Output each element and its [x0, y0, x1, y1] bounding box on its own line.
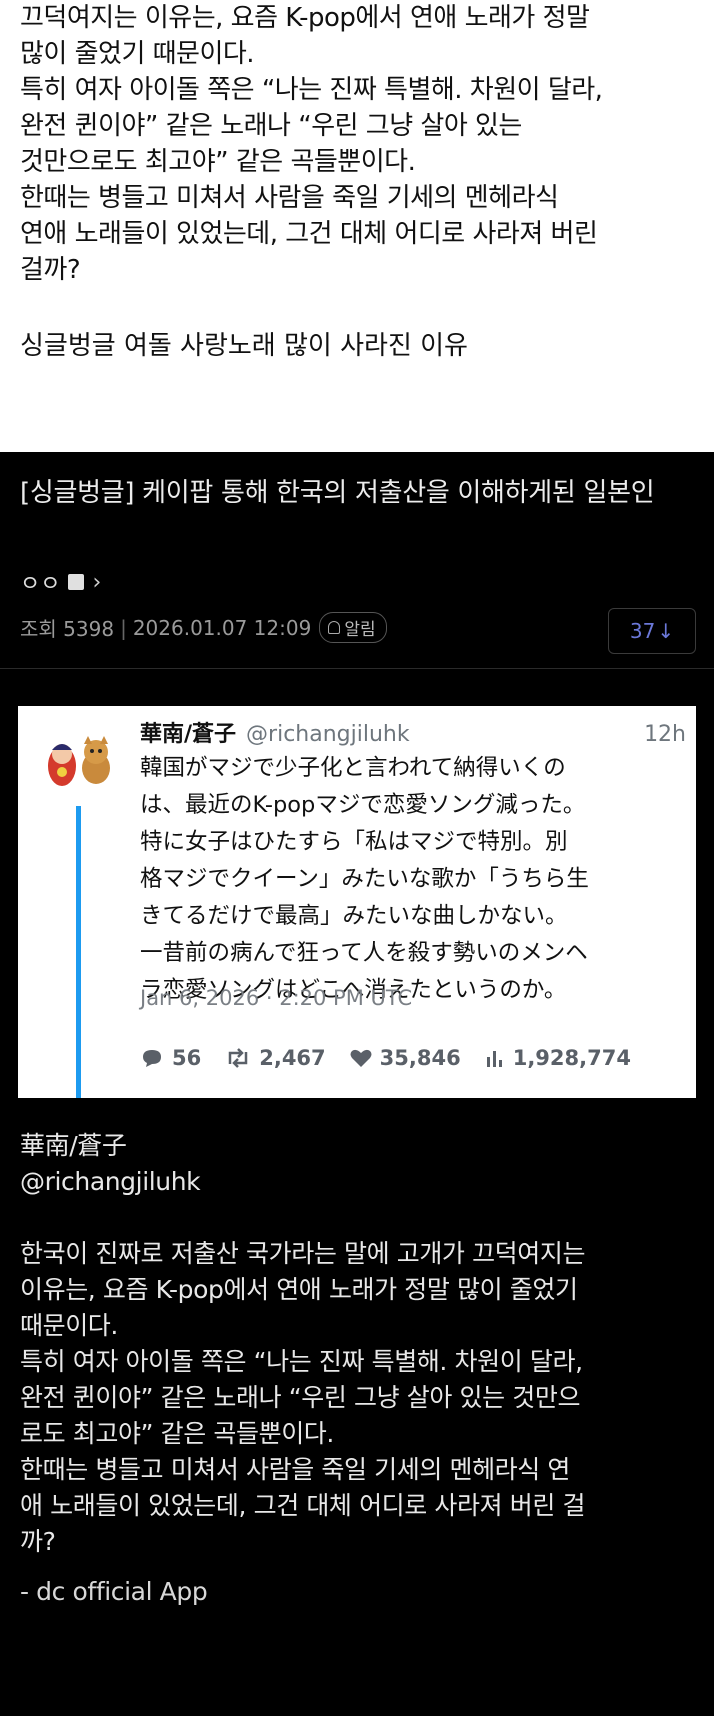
- reply-count: 56: [172, 1046, 202, 1070]
- tweet-time: 12h: [644, 722, 686, 747]
- tweet-line: 格マジでクイーン」みたいな歌か「うちら生: [140, 866, 589, 892]
- avatar: [48, 736, 110, 786]
- body-line: 한때는 병들고 미쳐서 사람을 죽일 기세의 멘헤라식 연: [20, 1455, 571, 1484]
- caption-line: 완전 퀸이야” 같은 노래나 “우린 그냥 살아 있는: [20, 111, 522, 141]
- top-caption: 끄덕여지는 이유는, 요즘 K-pop에서 연애 노래가 정말 많이 줄었기 때…: [0, 0, 714, 452]
- thread-line: [76, 806, 81, 1098]
- tweet-line: 特に女子はひたすら「私はマジで特別。別: [140, 829, 568, 855]
- body-author: 華南/蒼子: [20, 1131, 127, 1160]
- tweet-handle: @richangjiluhk: [246, 722, 410, 747]
- post-title: [싱글벙글] 케이팝 통해 한국의 저출산을 이해하게된 일본인: [20, 478, 655, 508]
- caption-line: 연애 노래들이 있었는데, 그건 대체 어디로 사라져 버린: [20, 219, 598, 249]
- retweet-stat: 2,467: [225, 1046, 326, 1070]
- body-handle: @richangjiluhk: [20, 1167, 201, 1196]
- body-line: 한국이 진짜로 저출산 국가라는 말에 고개가 끄덕여지는: [20, 1239, 586, 1268]
- caption-title: 싱글벙글 여돌 사랑노래 많이 사라진 이유: [20, 331, 468, 361]
- view-stat: 1,928,774: [485, 1046, 631, 1070]
- body-line: 이유는, 요즘 K-pop에서 연애 노래가 정말 많이 줄었기: [20, 1275, 578, 1304]
- comment-count-button[interactable]: 37 ↓: [608, 608, 696, 654]
- tweet-line: は、最近のK-popマジで恋愛ソング減った。: [140, 792, 586, 818]
- tweet-screenshot: 華南/蒼子 @richangjiluhk 12h 韓国がマジで少子化と言われて納…: [18, 706, 696, 1098]
- bar-chart-icon: [486, 1051, 502, 1067]
- tweet-date: Jan 6, 2026 · 2:20 PM UTC: [140, 986, 413, 1010]
- post-view: [싱글벙글] 케이팝 통해 한국의 저출산을 이해하게된 일본인 ㅇㅇ › 조회…: [0, 452, 714, 1716]
- caption-line: 한때는 병들고 미쳐서 사람을 죽일 기세의 멘헤라식: [20, 183, 559, 213]
- caption-line: 끄덕여지는 이유는, 요즘 K-pop에서 연애 노래가 정말: [20, 3, 590, 33]
- tweet-line: きてるだけで最高」みたいな曲しかない。: [140, 903, 568, 929]
- caption-line: 걸까?: [20, 255, 81, 285]
- like-count: 35,846: [379, 1046, 461, 1070]
- caption-line: 것만으로도 최고야” 같은 곡들뿐이다.: [20, 147, 416, 177]
- divider: [0, 668, 714, 669]
- reply-stat: 56: [140, 1046, 201, 1070]
- user-badge-icon: [68, 574, 85, 590]
- body-line: 로도 최고야” 같은 곡들뿐이다.: [20, 1419, 334, 1448]
- post-date: 2026.01.07 12:09: [132, 615, 312, 640]
- comment-count: 37: [629, 619, 656, 643]
- tweet-line: 一昔前の病んで狂って人を殺す勢いのメンヘ: [140, 940, 588, 966]
- meta-separator: |: [120, 615, 127, 640]
- arrow-down-icon: ↓: [657, 619, 675, 643]
- caption-line: 많이 줄었기 때문이다.: [20, 39, 255, 69]
- body-line: 까?: [20, 1527, 56, 1556]
- retweet-icon: [228, 1048, 248, 1068]
- author-nickname: ㅇㅇ: [20, 572, 61, 597]
- like-stat: 35,846: [350, 1046, 461, 1070]
- chevron-right-icon: ›: [92, 569, 102, 595]
- alarm-label: 알림: [344, 620, 376, 640]
- body-line: 때문이다.: [20, 1311, 118, 1340]
- tweet-body: 韓国がマジで少子化と言われて納得いくの は、最近のK-popマジで恋愛ソング減っ…: [140, 750, 688, 1009]
- tweet-author-name: 華南/蒼子: [140, 722, 237, 747]
- post-body: 華南/蒼子 @richangjiluhk 한국이 진짜로 저출산 국가라는 말에…: [20, 1128, 710, 1610]
- alarm-button[interactable]: 알림: [319, 612, 387, 643]
- author-link[interactable]: ㅇㅇ ›: [20, 566, 101, 598]
- tweet-stats: 56 2,467 35,846 1,928,774: [140, 1046, 655, 1070]
- body-line: 애 노래들이 있었는데, 그건 대체 어디로 사라져 버린 걸: [20, 1491, 586, 1520]
- app-signature: - dc official App: [20, 1577, 208, 1606]
- body-line: 특히 여자 아이돌 쪽은 “나는 진짜 특별해. 차원이 달라,: [20, 1347, 583, 1376]
- body-line: 완전 퀸이야” 같은 노래나 “우린 그냥 살아 있는 것만으: [20, 1383, 581, 1412]
- reply-icon: [143, 1050, 161, 1067]
- heart-icon: [350, 1049, 372, 1067]
- view-count: 1,928,774: [512, 1046, 631, 1070]
- caption-line: 특히 여자 아이돌 쪽은 “나는 진짜 특별해. 차원이 달라,: [20, 75, 603, 105]
- post-meta: 조회 5398 | 2026.01.07 12:09 알림: [20, 612, 387, 643]
- bell-icon: [328, 621, 341, 634]
- tweet-header: 華南/蒼子 @richangjiluhk 12h: [140, 716, 686, 748]
- tweet-line: 韓国がマジで少子化と言われて納得いくの: [140, 755, 566, 781]
- view-count: 조회 5398: [20, 617, 115, 641]
- retweet-count: 2,467: [259, 1046, 326, 1070]
